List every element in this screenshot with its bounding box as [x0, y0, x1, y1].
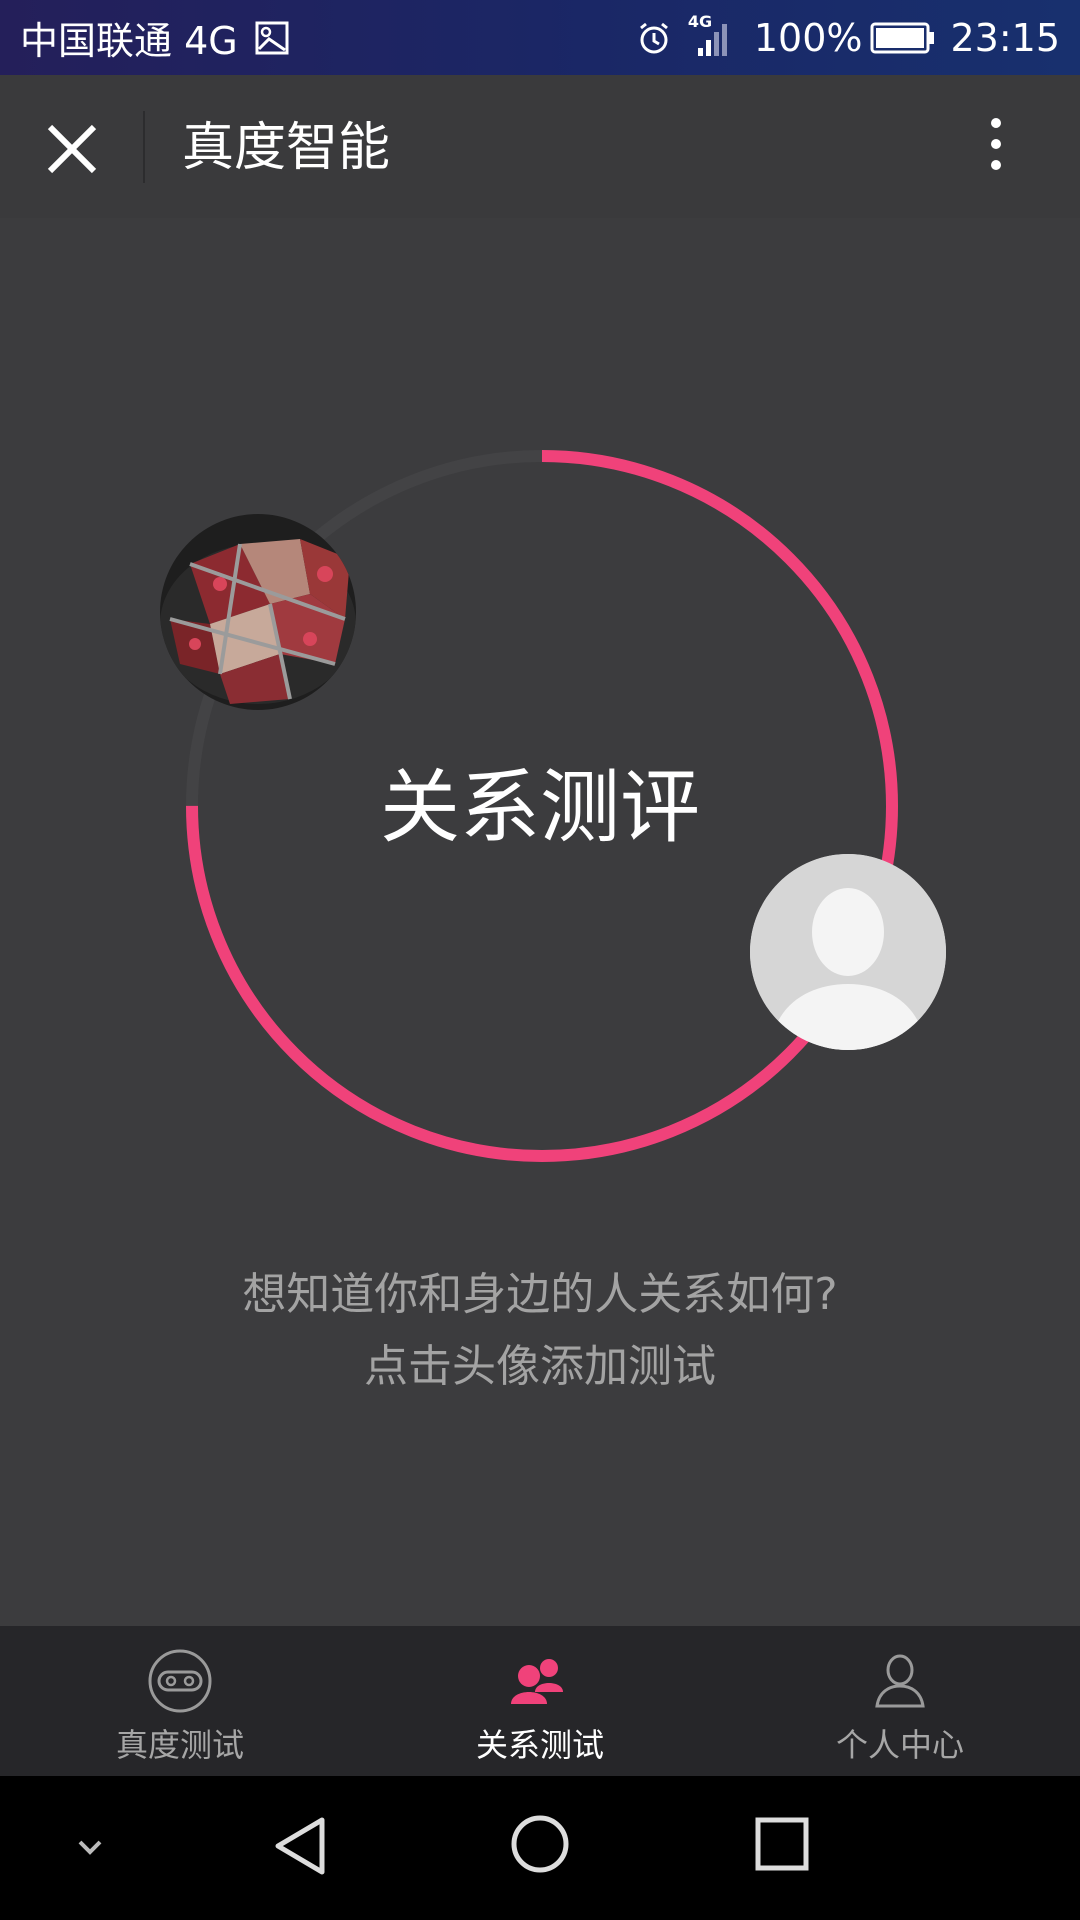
- gallery-notification-icon: [254, 20, 290, 56]
- page-title: 真度智能: [182, 118, 391, 178]
- hint-line-1: 想知道你和身边的人关系如何?: [242, 1269, 838, 1320]
- hint-line-2: 点击头像添加测试: [364, 1341, 716, 1392]
- close-icon: [47, 124, 97, 174]
- user-avatar[interactable]: [160, 514, 356, 710]
- evaluation-title: 关系测评: [380, 761, 700, 854]
- carrier-label: 中国联通 4G: [20, 19, 238, 63]
- chevron-down-icon[interactable]: [70, 1828, 110, 1868]
- tab-personal-center[interactable]: 个人中心: [720, 1626, 1080, 1776]
- recent-apps-icon[interactable]: [752, 1814, 812, 1874]
- main-content: 关系测评 想知道你和身边的人关系如何? 点击头像添加测试: [0, 218, 1080, 1626]
- home-icon[interactable]: [508, 1812, 572, 1876]
- relationship-ring: [186, 450, 898, 1162]
- more-options-button[interactable]: [980, 115, 1012, 179]
- alarm-icon: [636, 20, 672, 56]
- title-divider: [143, 111, 145, 183]
- people-icon: [511, 1659, 563, 1704]
- tab-label: 真度测试: [115, 1726, 244, 1764]
- user-icon: [875, 1654, 925, 1708]
- battery-icon: [870, 22, 936, 54]
- hotpot-photo: [160, 514, 356, 710]
- network-type-label: 4G: [687, 11, 713, 31]
- signal-icon: 4G: [688, 12, 732, 58]
- title-bar: 真度智能: [0, 75, 1080, 218]
- clock: 23:15: [950, 15, 1060, 60]
- close-button[interactable]: [40, 117, 104, 181]
- system-nav-bar: [0, 1776, 1080, 1920]
- default-user-icon: [750, 854, 946, 1050]
- tab-relationship-test[interactable]: 关系测试: [360, 1626, 720, 1776]
- more-vertical-icon: [991, 118, 1001, 170]
- bottom-tab-bar: 真度测试 关系测试 个人中心: [0, 1626, 1080, 1776]
- tab-label: 关系测试: [475, 1726, 604, 1764]
- tab-authenticity-test[interactable]: 真度测试: [0, 1626, 360, 1776]
- add-partner-avatar[interactable]: [750, 854, 946, 1050]
- battery-percent: 100%: [753, 15, 863, 60]
- mask-icon: [148, 1649, 212, 1713]
- back-icon[interactable]: [270, 1814, 330, 1878]
- status-bar: 中国联通 4G 4G 100% 23:15: [0, 0, 1080, 75]
- tab-label: 个人中心: [835, 1726, 964, 1764]
